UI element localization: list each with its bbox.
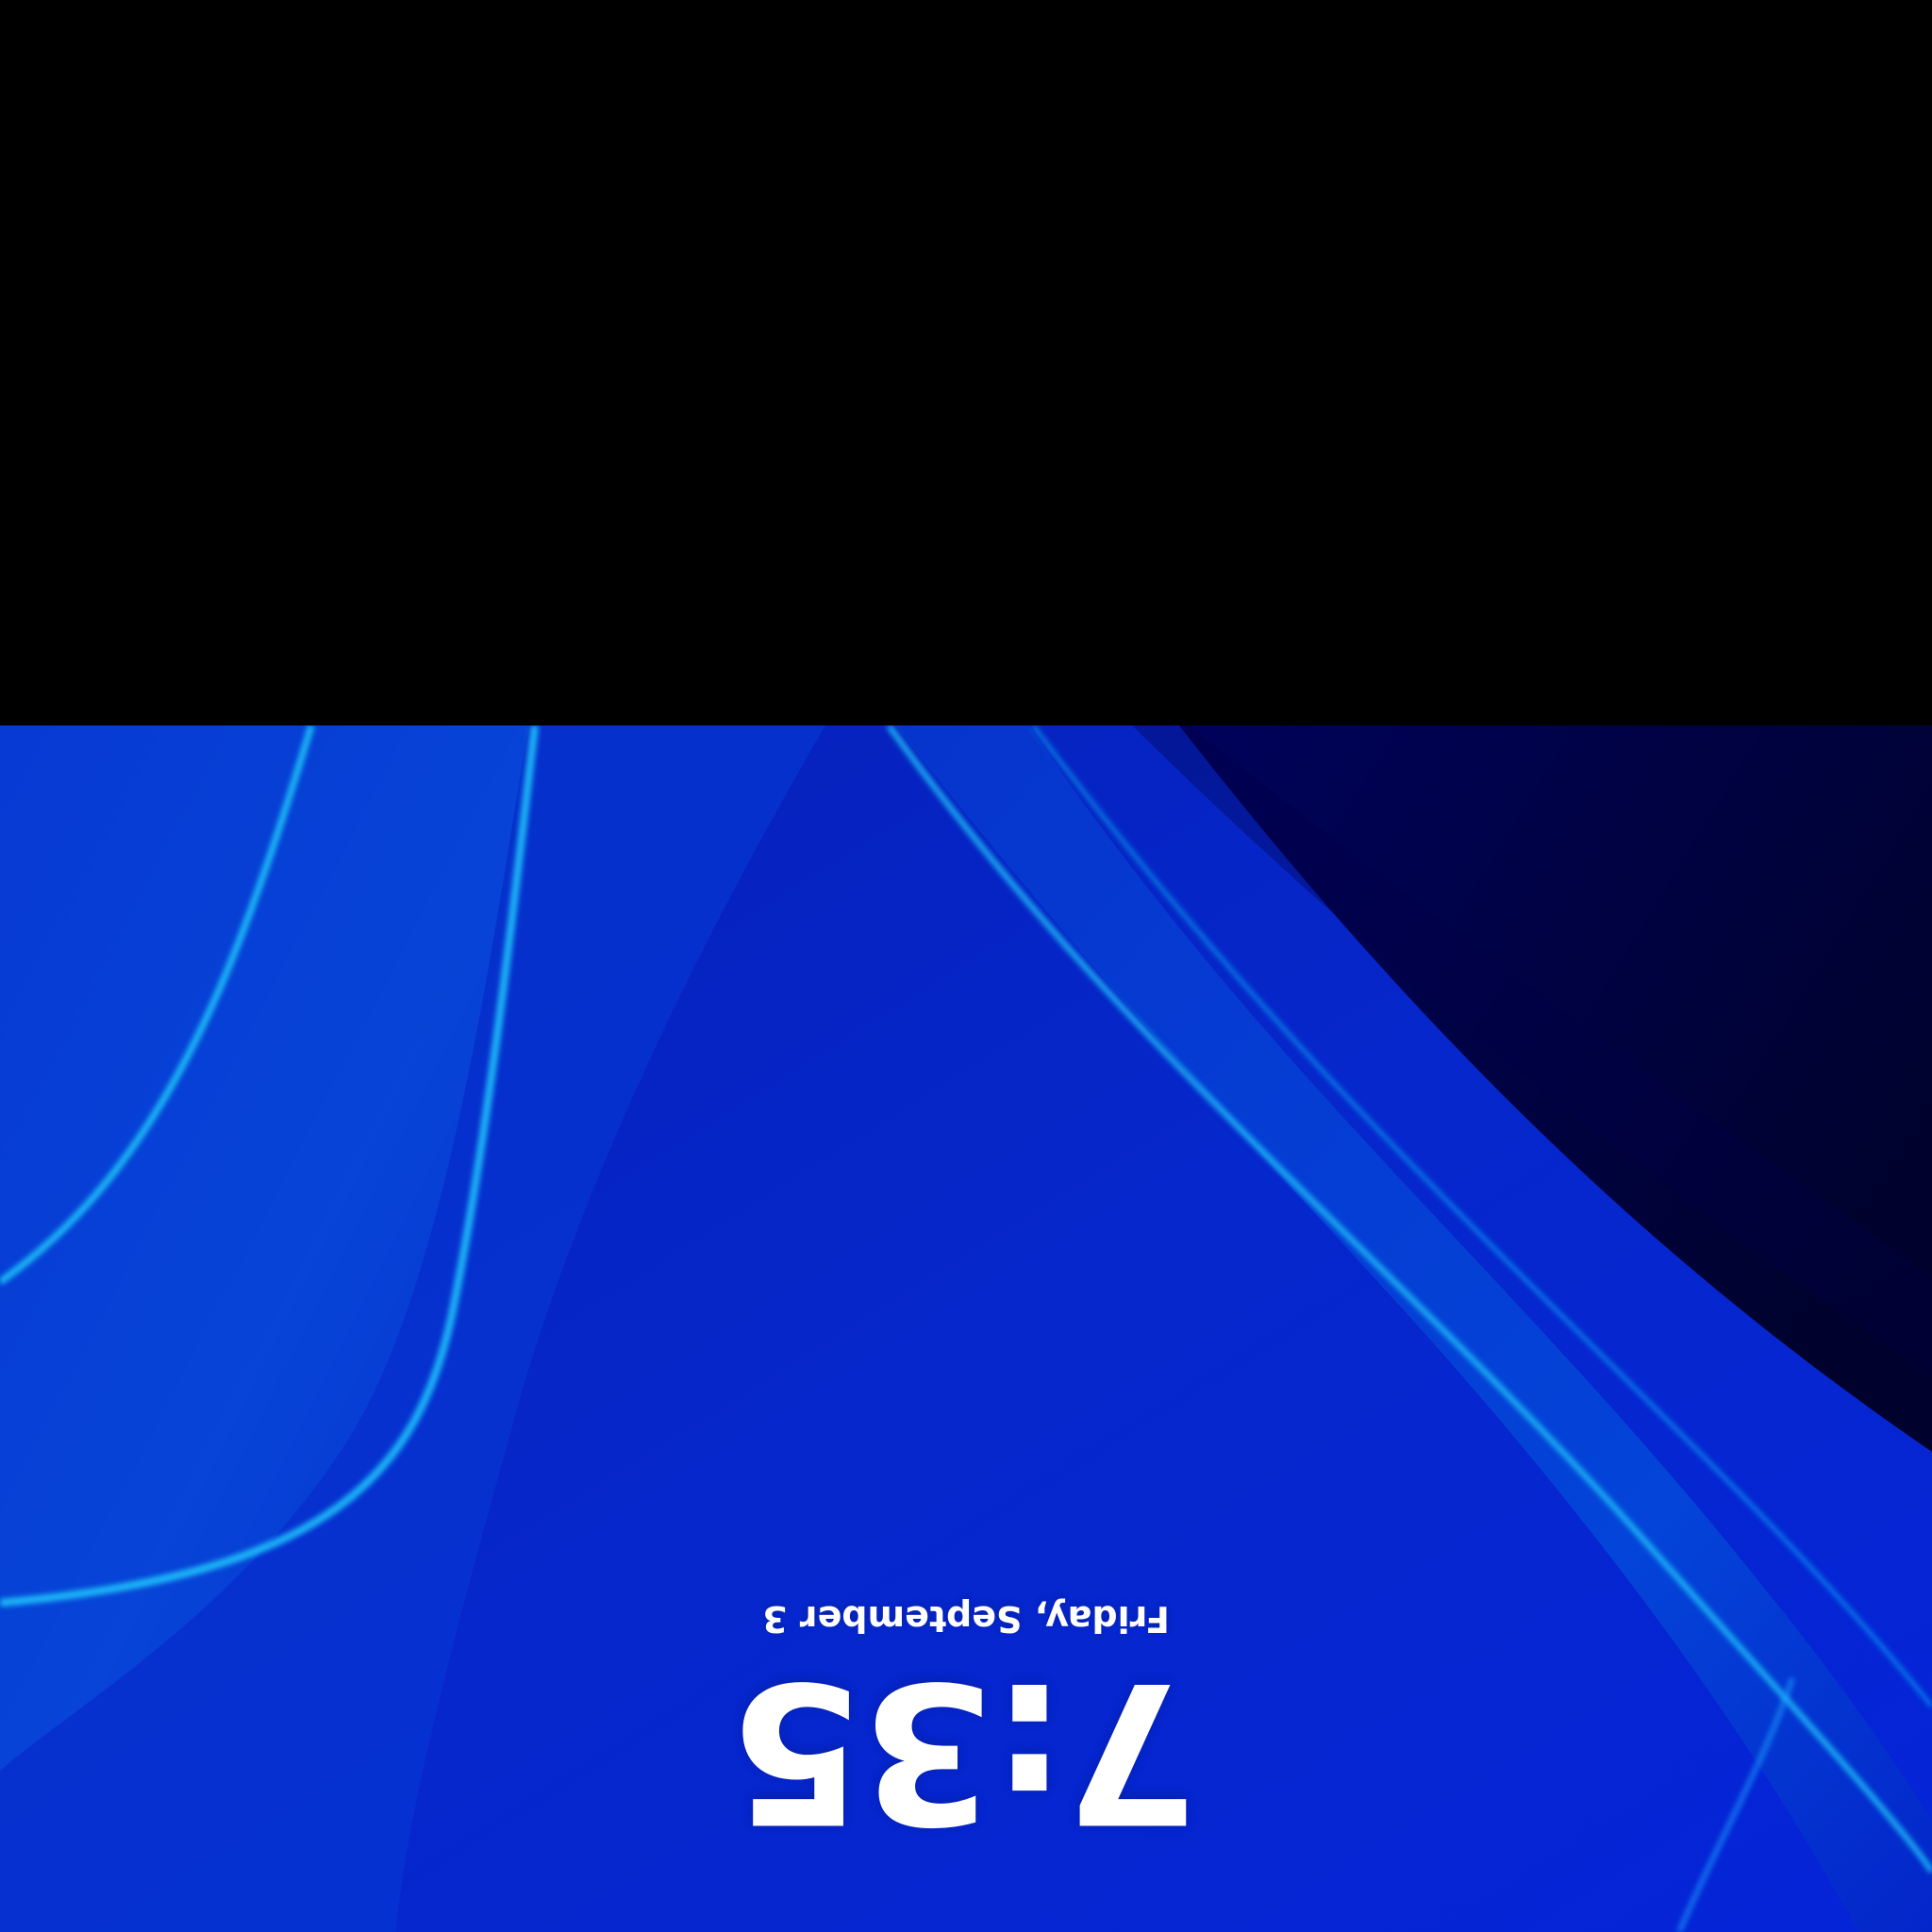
upside-down-lock-overlay: 7:35 Friday, September 3 (0, 725, 1932, 1932)
display-screen: 7:35 Friday, September 3 (0, 0, 1932, 1932)
lock-date: Friday, September 3 (762, 1598, 1170, 1640)
lock-clock-block: 7:35 Friday, September 3 (0, 1598, 1932, 1863)
black-top-area (0, 0, 1932, 725)
lock-screen[interactable]: 7:35 Friday, September 3 (0, 725, 1932, 1932)
lock-time: 7:35 (733, 1639, 1199, 1863)
